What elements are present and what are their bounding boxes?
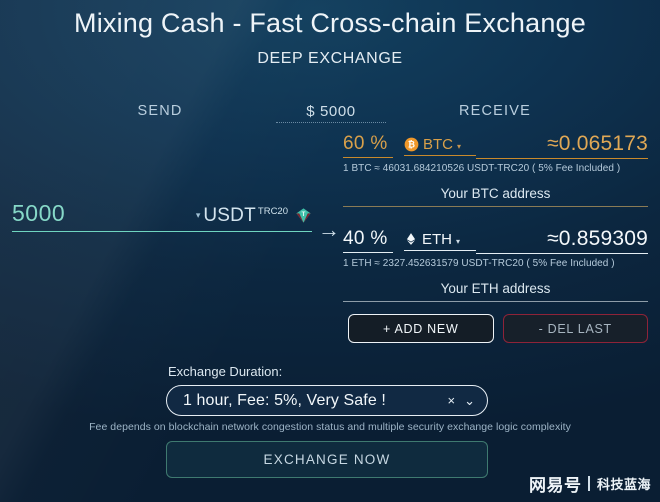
btc-percent-input[interactable]: 60 %: [343, 133, 393, 158]
page-subtitle: DEEP EXCHANGE: [257, 50, 403, 67]
exchange-app: Mixing Cash - Fast Cross-chain Exchange …: [0, 0, 660, 502]
bitcoin-icon: ₿: [404, 137, 419, 152]
usdt-token-icon: T: [295, 207, 312, 224]
send-input-row: ▾ USDT TRC20 T: [12, 200, 312, 232]
duration-select[interactable]: 1 hour, Fee: 5%, Very Safe ! × ⌄: [166, 385, 488, 416]
duration-label: Exchange Duration:: [168, 364, 283, 379]
send-currency-selector[interactable]: ▾ USDT TRC20 T: [196, 204, 312, 227]
send-currency-label: USDT: [203, 205, 256, 226]
watermark-divider: [588, 476, 590, 491]
chevron-down-icon: ▾: [195, 210, 201, 220]
del-last-button[interactable]: - DEL LAST: [502, 314, 648, 343]
row-spacer: [343, 207, 648, 226]
eth-percent-input[interactable]: 40 %: [343, 228, 393, 253]
svg-text:T: T: [302, 211, 306, 218]
btc-receive-amount: ≈0.065173: [476, 132, 648, 159]
page-title: Mixing Cash - Fast Cross-chain Exchange: [74, 8, 586, 38]
receive-section: 60 % ₿ BTC ▾ ≈0.065173 1 BTC ≈ 46031.684…: [343, 131, 648, 302]
total-amount-label: $ 5000: [276, 103, 386, 123]
btc-coin-selector[interactable]: ₿ BTC ▾: [404, 136, 476, 156]
eth-address-input[interactable]: [343, 277, 648, 302]
btc-rate-note: 1 BTC ≈ 46031.684210526 USDT-TRC20 ( 5% …: [343, 163, 621, 174]
eth-summary-row: 40 % ETH ▾ ≈0.859309: [343, 226, 648, 255]
send-section: ▾ USDT TRC20 T: [12, 200, 312, 232]
chevron-down-icon[interactable]: ⌄: [464, 393, 475, 409]
eth-coin-selector[interactable]: ETH ▾: [404, 231, 476, 251]
eth-receive-amount: ≈0.859309: [476, 227, 648, 254]
add-new-button[interactable]: + ADD NEW: [348, 314, 494, 343]
chevron-down-icon: ▾: [457, 141, 462, 151]
svg-text:₿: ₿: [408, 139, 415, 149]
chevron-down-icon: ▾: [456, 236, 461, 246]
receive-row-btc: 60 % ₿ BTC ▾ ≈0.065173 1 BTC ≈ 46031.684…: [343, 131, 648, 207]
eth-symbol-label: ETH: [422, 230, 452, 248]
receive-row-eth: 40 % ETH ▾ ≈0.859309 1 ETH ≈ 2327.452631…: [343, 226, 648, 302]
ethereum-icon: [404, 232, 418, 246]
btc-address-input[interactable]: [343, 182, 648, 207]
duration-selected-value: 1 hour, Fee: 5%, Very Safe !: [183, 391, 386, 409]
send-amount-input[interactable]: [12, 200, 152, 227]
send-column-label: SEND: [137, 103, 183, 119]
receive-column-label: RECEIVE: [458, 103, 532, 119]
eth-rate-note: 1 ETH ≈ 2327.452631579 USDT-TRC20 ( 5% F…: [343, 258, 615, 269]
watermark: 网易号 科技蓝海: [529, 471, 651, 496]
btc-symbol-label: BTC: [423, 135, 453, 153]
watermark-sub-text: 科技蓝海: [596, 477, 651, 492]
exchange-now-button[interactable]: EXCHANGE NOW: [166, 441, 488, 478]
send-network-label: TRC20: [257, 206, 288, 217]
close-icon[interactable]: ×: [448, 393, 456, 408]
watermark-main-text: 网易号: [528, 476, 582, 495]
btc-summary-row: 60 % ₿ BTC ▾ ≈0.065173: [343, 131, 648, 160]
fee-note: Fee depends on blockchain network conges…: [89, 421, 571, 433]
row-actions: + ADD NEW - DEL LAST: [348, 314, 648, 343]
column-labels: SEND $ 5000 RECEIVE: [0, 103, 660, 125]
direction-arrow-icon: →: [318, 217, 340, 242]
